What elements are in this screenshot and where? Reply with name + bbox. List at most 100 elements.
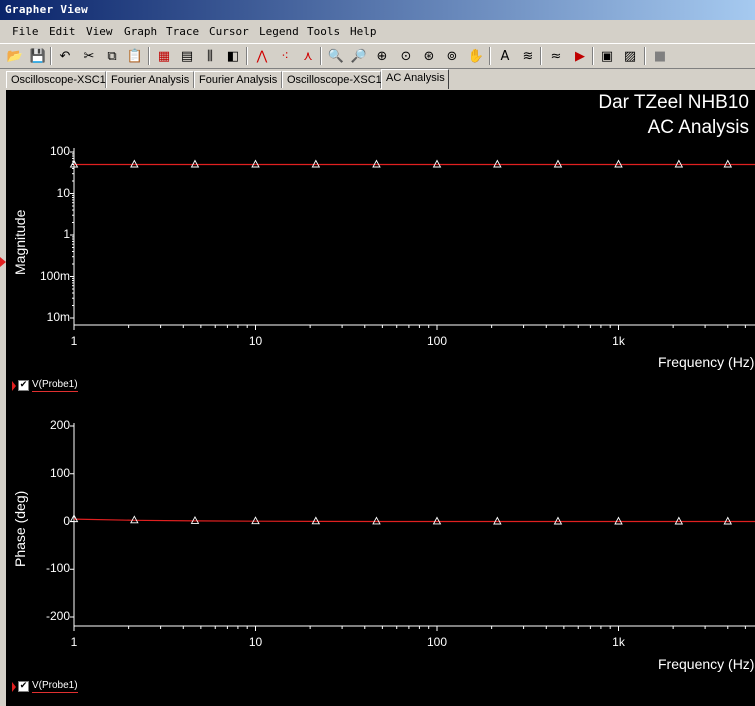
print-icon: ▣	[600, 48, 614, 64]
print-preview-button[interactable]: ▨	[620, 47, 640, 65]
data-point-marker	[432, 516, 442, 525]
menu-edit[interactable]: Edit	[49, 25, 76, 38]
menu-view[interactable]: View	[86, 25, 113, 38]
y-tick-label: 100	[49, 465, 70, 480]
print-button[interactable]: ▣	[597, 47, 617, 65]
legend-button[interactable]: ▤	[177, 47, 197, 65]
plot-area[interactable]: Dar TZeel NHB10 AC Analysis 100 10 1 100m 10…	[0, 90, 755, 706]
show-lines-points-button[interactable]: ⋏	[298, 47, 318, 65]
data-point-marker	[553, 159, 563, 168]
legend-entry[interactable]: ✔ V(Probe1)	[12, 680, 78, 693]
x-tick-label: 1	[70, 334, 78, 348]
legend-checkbox[interactable]: ✔	[18, 681, 29, 692]
y-tick-label: 10m	[46, 310, 70, 324]
stop-button[interactable]: ■	[650, 47, 670, 65]
x-tick-label: 100	[426, 334, 448, 348]
zoom-out-button[interactable]: 🔎	[349, 47, 369, 65]
toolbar-separator	[320, 47, 322, 65]
show-lines-icon: ⋀	[256, 48, 268, 64]
menu-help[interactable]: Help	[350, 25, 377, 38]
graph-canvas[interactable]	[6, 90, 755, 706]
grid-button[interactable]: ▦	[154, 47, 174, 65]
zoom-select-button[interactable]: ⊙	[396, 47, 416, 65]
plot-title: Dar TZeel NHB10	[598, 92, 749, 113]
overlay-button[interactable]: ≋	[518, 47, 538, 65]
save-icon: 💾	[29, 48, 47, 64]
x-tick-label: 10	[248, 334, 263, 348]
stop-icon: ■	[653, 48, 667, 64]
text-button[interactable]: A	[495, 47, 515, 65]
menu-file[interactable]: File	[12, 25, 39, 38]
cut-icon: ✂	[83, 48, 95, 64]
save-button[interactable]: 💾	[28, 47, 48, 65]
toolbar-separator	[489, 47, 491, 65]
data-point-marker	[372, 516, 381, 525]
menu-bar: File Edit View Graph Trace Cursor Legend Tools H…	[0, 22, 755, 42]
overlay-icon: ≋	[522, 48, 534, 64]
x-axis-label: Frequency (Hz)	[658, 354, 755, 370]
zoom-y-button[interactable]: ⊚	[442, 47, 462, 65]
menu-graph[interactable]: Graph	[124, 25, 157, 38]
data-point-marker	[614, 159, 623, 168]
undo-icon: ↶	[59, 48, 71, 64]
tab-fourier-analysis[interactable]: Fourier Analysis	[194, 71, 282, 88]
y-tick-label: 100	[49, 144, 70, 158]
toolbar: 📂 💾 ↶ ✂ ⧉ 📋 ▦ ▤ ⫼ ◧ ⋀ ⁖ ⋏ 🔍 🔎 ⊕ ⊙ ⊛ ⊚ ✋ A ≋ ≈ ▶ ▣ ▨ ■	[0, 43, 755, 69]
tab-oscilloscope-xsc1[interactable]: Oscilloscope-XSC1	[282, 71, 382, 88]
add-trace-icon: ≈	[550, 48, 562, 64]
toolbar-separator	[50, 47, 52, 65]
y-axis-label: Phase (deg)	[12, 490, 28, 567]
y-tick-label: 10	[56, 185, 70, 200]
paste-button[interactable]: 📋	[125, 47, 145, 65]
tab-fourier-analysis[interactable]: Fourier Analysis	[106, 71, 194, 88]
active-graph-marker-icon	[0, 257, 6, 267]
window-title-bar[interactable]: Grapher View	[0, 0, 755, 20]
legend-entry[interactable]: ✔ V(Probe1)	[12, 379, 78, 392]
tab-oscilloscope-xsc1[interactable]: Oscilloscope-XSC1	[6, 71, 106, 88]
tab-strip: Oscilloscope-XSC1 Fourier Analysis Fourier…	[0, 69, 755, 90]
print-preview-icon: ▨	[623, 48, 637, 64]
undo-button[interactable]: ↶	[55, 47, 75, 65]
data-point-marker	[674, 516, 684, 525]
toolbar-separator	[644, 47, 646, 65]
cut-button[interactable]: ✂	[79, 47, 99, 65]
legend-checkbox[interactable]: ✔	[18, 380, 29, 391]
x-tick-label: 10	[248, 635, 263, 649]
x-tick-label: 100	[426, 635, 448, 649]
zoom-full-button[interactable]: ⊕	[372, 47, 392, 65]
data-point-marker	[130, 515, 139, 524]
data-point-marker	[553, 516, 563, 525]
reverse-colors-icon: ◧	[226, 48, 240, 64]
menu-cursor[interactable]: Cursor	[209, 25, 249, 38]
export-button[interactable]: ▶	[570, 47, 590, 65]
data-point-marker	[372, 159, 381, 168]
data-point-marker	[251, 159, 260, 168]
plot-subtitle: AC Analysis	[647, 117, 749, 138]
legend-label: V(Probe1)	[32, 379, 78, 392]
show-lines-button[interactable]: ⋀	[252, 47, 272, 65]
copy-icon: ⧉	[107, 48, 117, 64]
add-trace-button[interactable]: ≈	[546, 47, 566, 65]
zoom-in-icon: 🔍	[327, 48, 345, 64]
cursors-icon: ⫼	[207, 48, 213, 64]
show-lines-points-icon: ⋏	[303, 48, 313, 64]
menu-tools[interactable]: Tools	[307, 25, 340, 38]
pan-button[interactable]: ✋	[466, 47, 486, 65]
paste-icon: 📋	[126, 48, 144, 64]
toolbar-separator	[540, 47, 542, 65]
tab-ac-analysis[interactable]: AC Analysis	[381, 69, 449, 89]
show-points-button[interactable]: ⁖	[275, 47, 295, 65]
reverse-colors-button[interactable]: ◧	[223, 47, 243, 65]
data-point-marker	[723, 516, 733, 525]
zoom-select-icon: ⊙	[400, 48, 412, 64]
zoom-out-icon: 🔎	[350, 48, 368, 64]
open-button[interactable]: 📂	[5, 47, 25, 65]
menu-legend[interactable]: Legend	[259, 25, 299, 38]
data-point-marker	[190, 515, 200, 524]
menu-trace[interactable]: Trace	[166, 25, 199, 38]
zoom-x-button[interactable]: ⊛	[419, 47, 439, 65]
cursors-button[interactable]: ⫼	[200, 47, 220, 65]
zoom-in-button[interactable]: 🔍	[326, 47, 346, 65]
copy-button[interactable]: ⧉	[102, 47, 122, 65]
axes-1	[73, 148, 755, 326]
